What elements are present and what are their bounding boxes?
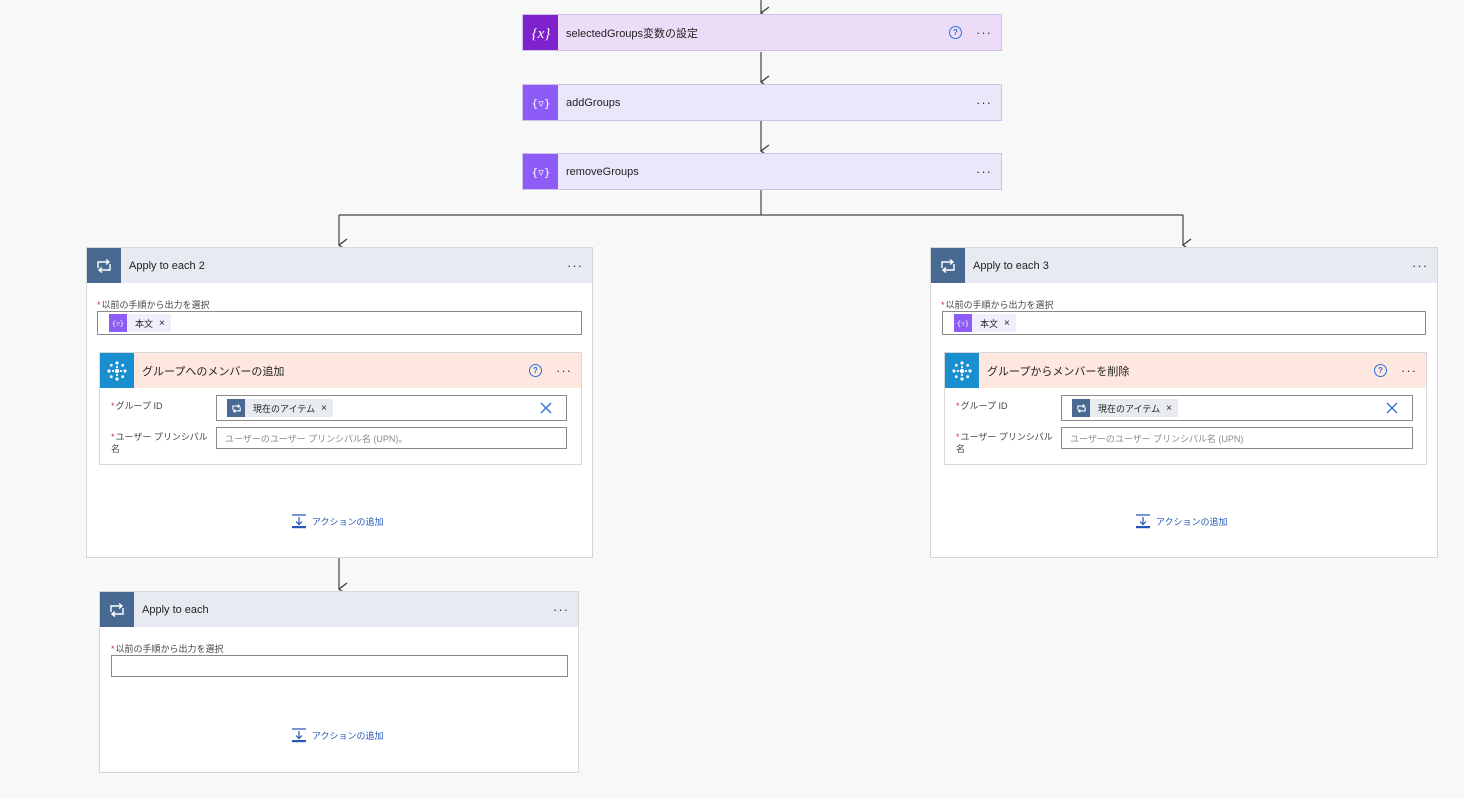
set-variable-card[interactable]: {x} selectedGroups変数の設定 ? ··· [522, 14, 1002, 51]
upn-input[interactable]: ユーザーのユーザー プリンシパル名 (UPN) [1061, 427, 1413, 449]
svg-text:{▿}: {▿} [957, 320, 969, 328]
more-options-button[interactable]: ··· [976, 165, 992, 178]
clear-icon[interactable] [1386, 402, 1398, 414]
svg-text:{▿}: {▿} [531, 166, 551, 179]
loop-icon [100, 592, 134, 627]
add-groups-card[interactable]: {▿} addGroups ··· [522, 84, 1002, 121]
svg-text:{x}: {x} [531, 26, 550, 42]
help-icon[interactable]: ? [949, 26, 962, 39]
select-output-field[interactable]: {▿} 本文 × [942, 311, 1426, 335]
card-title: Apply to each [142, 603, 209, 616]
card-title: グループからメンバーを削除 [987, 365, 1130, 378]
more-options-button[interactable]: ··· [567, 259, 583, 272]
more-options-button[interactable]: ··· [1401, 364, 1417, 377]
apply-to-each-card[interactable]: Apply to each ··· *以前の手順から出力を選択 アクションの追加 [99, 591, 579, 773]
add-action-icon [1136, 514, 1150, 529]
card-title: selectedGroups変数の設定 [566, 27, 699, 40]
card-title: グループへのメンバーの追加 [142, 365, 285, 378]
select-output-label: *以前の手順から出力を選択 [111, 644, 224, 654]
token-current-item[interactable]: 現在のアイテム × [227, 399, 333, 417]
azure-ad-icon [100, 353, 134, 388]
azure-ad-icon [945, 353, 979, 388]
card-title: removeGroups [566, 165, 639, 178]
help-icon[interactable]: ? [1374, 364, 1387, 377]
select-output-label: *以前の手順から出力を選択 [97, 300, 210, 310]
card-title: Apply to each 2 [129, 259, 205, 272]
remove-member-from-group-card[interactable]: グループからメンバーを削除 ? ··· *グループ ID 現在のアイテム × *… [944, 352, 1427, 465]
token-body[interactable]: {▿} 本文 × [954, 314, 1016, 332]
more-options-button[interactable]: ··· [1412, 259, 1428, 272]
group-id-field[interactable]: 現在のアイテム × [216, 395, 567, 421]
group-id-field[interactable]: 現在のアイテム × [1061, 395, 1413, 421]
token-remove-button[interactable]: × [321, 403, 327, 414]
compose-icon: {▿} [109, 314, 127, 332]
loop-icon [1072, 399, 1090, 417]
loop-icon [227, 399, 245, 417]
remove-groups-card[interactable]: {▿} removeGroups ··· [522, 153, 1002, 190]
loop-icon [87, 248, 121, 283]
loop-icon [931, 248, 965, 283]
upn-label: *ユーザー プリンシパル名 [956, 432, 1053, 454]
svg-text:{▿}: {▿} [112, 320, 124, 328]
compose-icon: {▿} [954, 314, 972, 332]
select-output-field[interactable]: {▿} 本文 × [97, 311, 582, 335]
apply-to-each-2-card[interactable]: Apply to each 2 ··· *以前の手順から出力を選択 {▿} 本文… [86, 247, 593, 558]
select-output-label: *以前の手順から出力を選択 [941, 300, 1054, 310]
token-remove-button[interactable]: × [1166, 403, 1172, 414]
compose-icon: {▿} [523, 154, 558, 189]
select-output-field[interactable] [111, 655, 568, 677]
add-action-button[interactable]: アクションの追加 [291, 728, 384, 743]
more-options-button[interactable]: ··· [553, 603, 569, 616]
more-options-button[interactable]: ··· [556, 364, 572, 377]
svg-text:{▿}: {▿} [531, 97, 551, 110]
card-title: Apply to each 3 [973, 259, 1049, 272]
token-current-item[interactable]: 現在のアイテム × [1072, 399, 1178, 417]
upn-label: *ユーザー プリンシパル名 [111, 432, 208, 454]
add-member-to-group-card[interactable]: グループへのメンバーの追加 ? ··· *グループ ID 現在のアイテム × *… [99, 352, 582, 465]
apply-to-each-3-card[interactable]: Apply to each 3 ··· *以前の手順から出力を選択 {▿} 本文… [930, 247, 1438, 558]
card-title: addGroups [566, 96, 621, 109]
add-action-button[interactable]: アクションの追加 [1135, 514, 1228, 529]
add-action-icon [292, 514, 306, 529]
token-body[interactable]: {▿} 本文 × [109, 314, 171, 332]
more-options-button[interactable]: ··· [976, 26, 992, 39]
more-options-button[interactable]: ··· [976, 96, 992, 109]
compose-icon: {▿} [523, 85, 558, 120]
token-remove-button[interactable]: × [1004, 318, 1010, 329]
clear-icon[interactable] [540, 402, 552, 414]
variable-icon: {x} [523, 15, 558, 50]
group-id-label: *グループ ID [111, 401, 163, 411]
group-id-label: *グループ ID [956, 401, 1008, 411]
add-action-button[interactable]: アクションの追加 [291, 514, 384, 529]
add-action-icon [292, 728, 306, 743]
help-icon[interactable]: ? [529, 364, 542, 377]
token-remove-button[interactable]: × [159, 318, 165, 329]
upn-input[interactable]: ユーザーのユーザー プリンシパル名 (UPN)。 [216, 427, 567, 449]
